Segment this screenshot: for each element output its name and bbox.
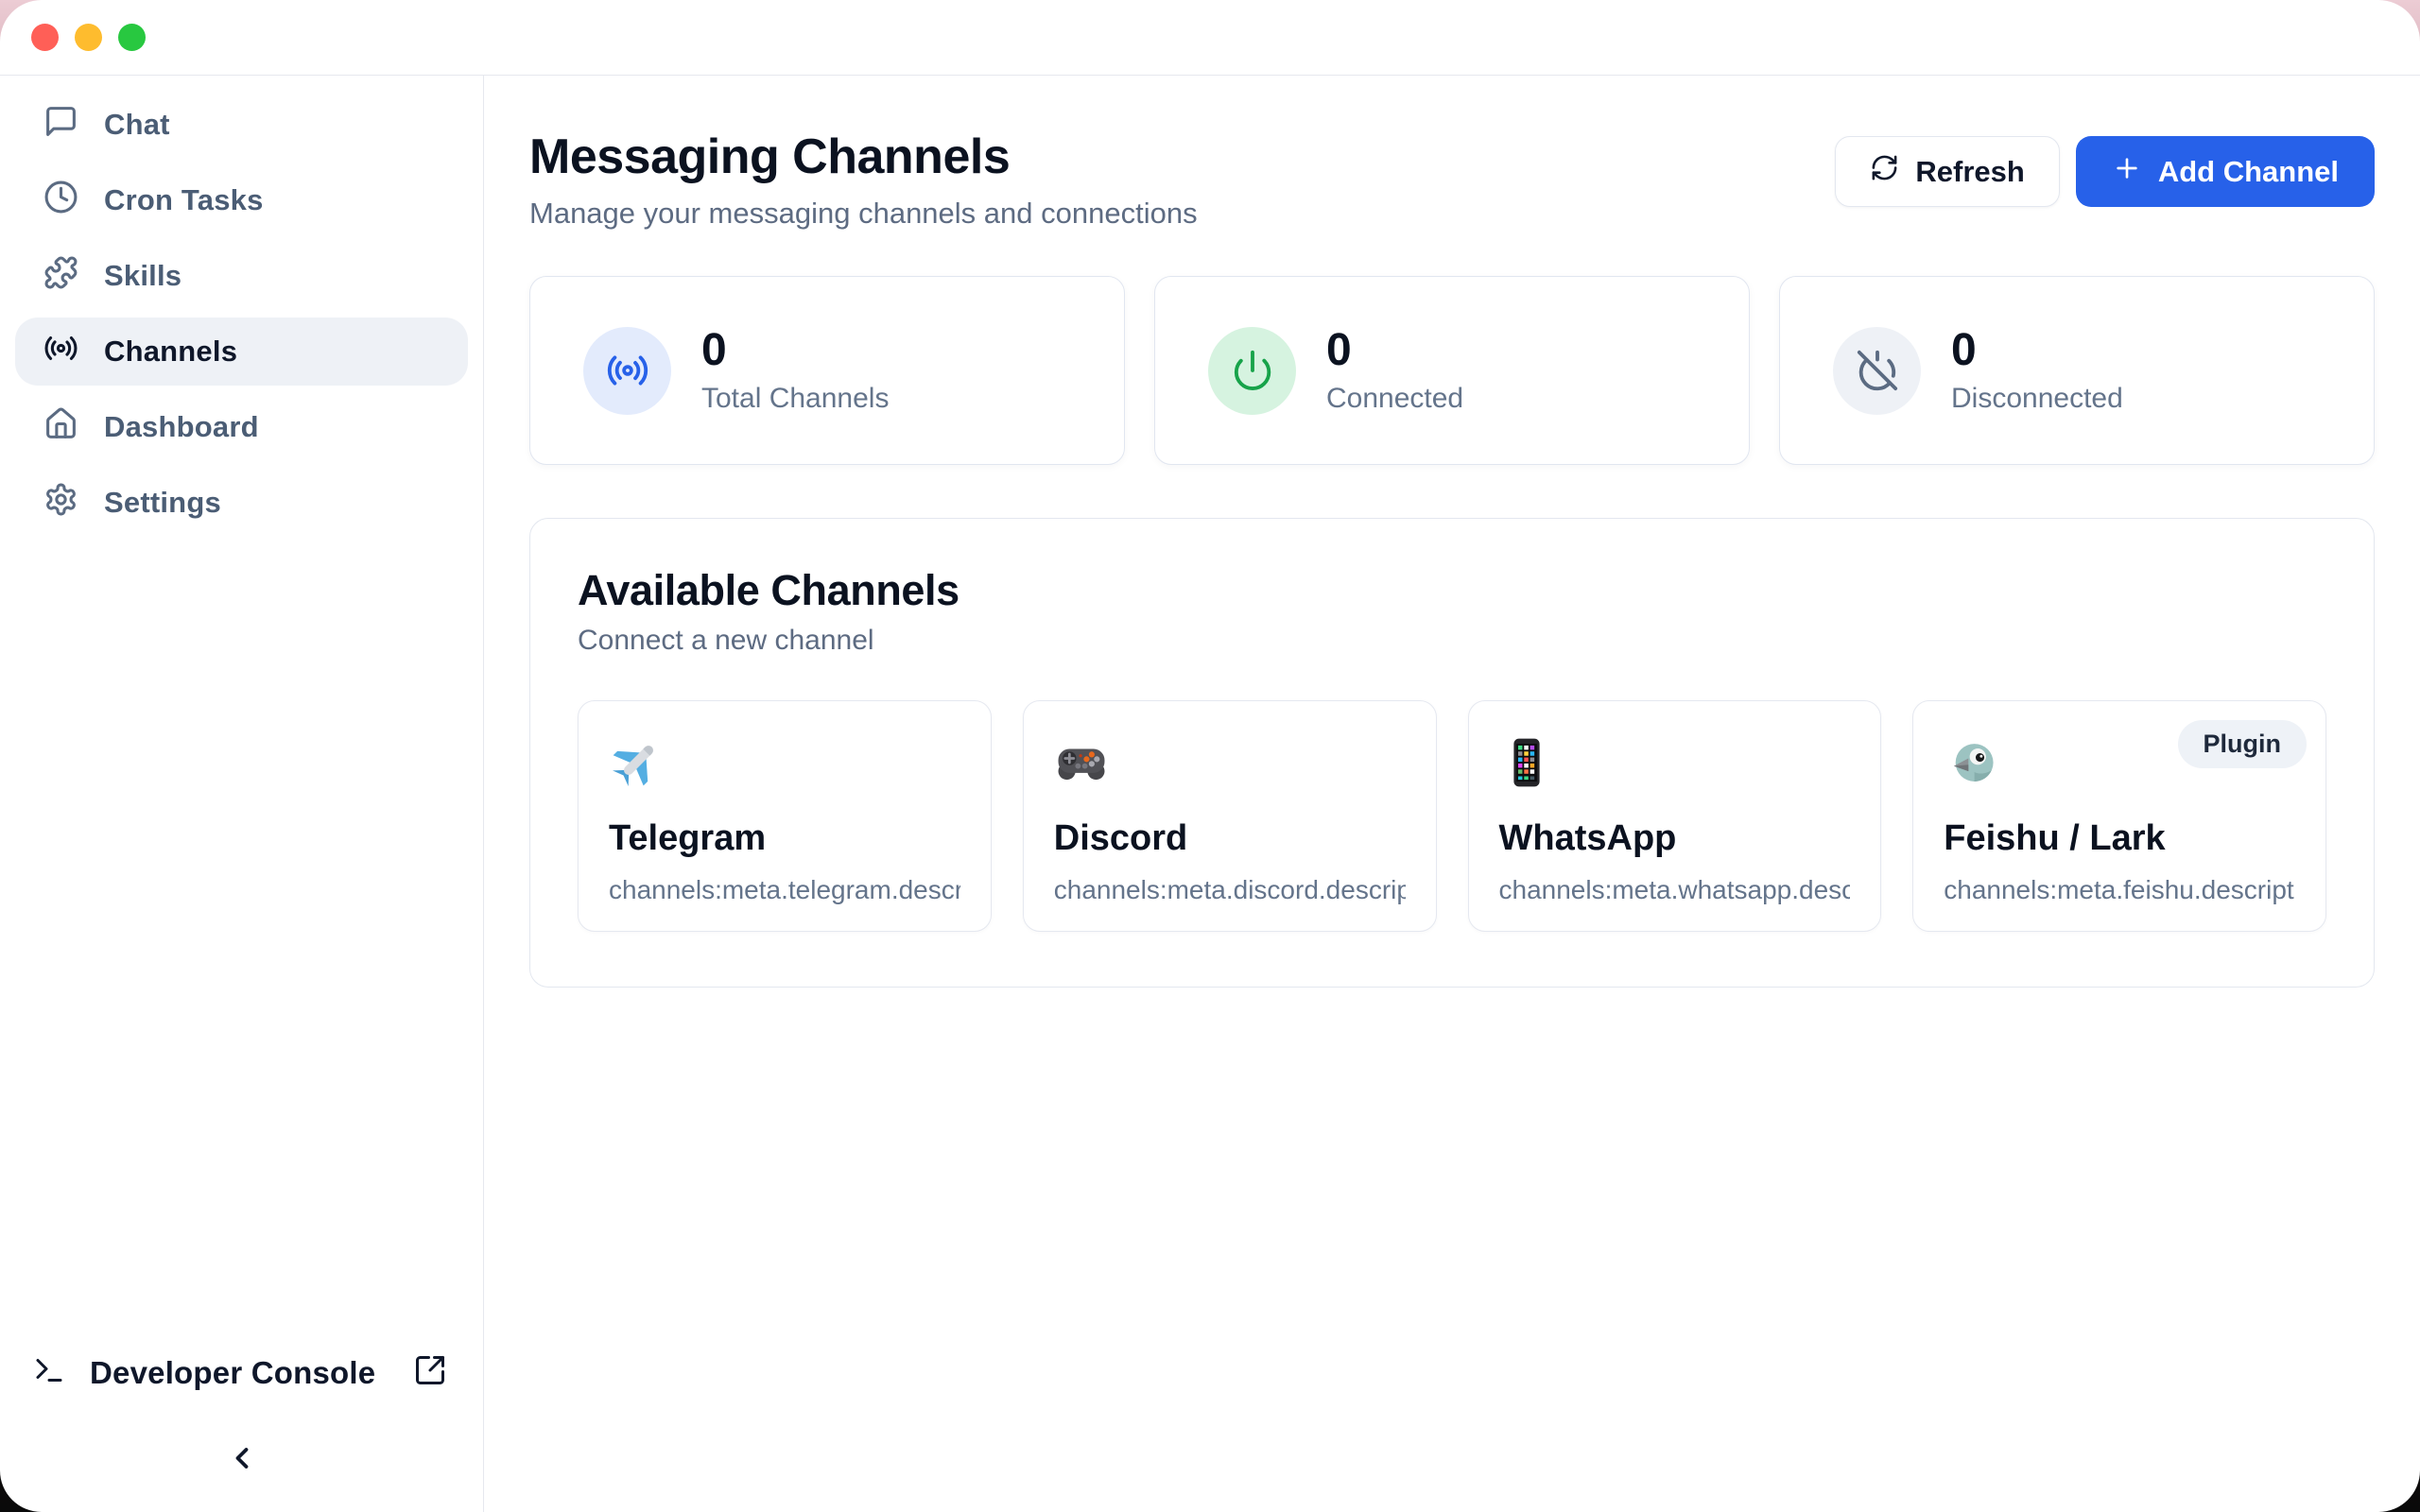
channel-description: channels:meta.discord.descriptic: [1054, 875, 1406, 905]
bird-emoji: [1944, 735, 1998, 790]
page-header: Messaging Channels Manage your messaging…: [529, 129, 2375, 231]
stat-value: 0: [1951, 326, 2123, 376]
channel-name: Telegram: [609, 818, 960, 859]
game-controller-emoji: [1054, 735, 1109, 790]
sidebar-item-label: Settings: [104, 486, 221, 520]
stat-label: Disconnected: [1951, 383, 2123, 415]
airplane-emoji: [609, 735, 664, 790]
app-window: Chat Cron Tasks Skills Channels Dashboar…: [0, 0, 2420, 1512]
available-channels-title: Available Channels: [578, 566, 2326, 615]
stat-card-disconnected: 0 Disconnected: [1779, 276, 2375, 465]
channel-card-telegram[interactable]: Telegram channels:meta.telegram.descript: [578, 700, 992, 932]
plus-icon: [2112, 153, 2142, 191]
available-channels-subtitle: Connect a new channel: [578, 625, 2326, 657]
sidebar: Chat Cron Tasks Skills Channels Dashboar…: [0, 76, 484, 1512]
available-channels-section: Available Channels Connect a new channel: [529, 518, 2375, 988]
channel-card-feishu-lark[interactable]: Plugin Feishu: [1912, 700, 2326, 932]
channel-description: channels:meta.feishu.description: [1944, 875, 2295, 905]
sidebar-item-chat[interactable]: Chat: [15, 91, 468, 159]
header-actions: Refresh Add Channel: [1835, 136, 2375, 207]
add-channel-button-label: Add Channel: [2158, 155, 2339, 189]
stat-card-total-channels: 0 Total Channels: [529, 276, 1125, 465]
app-body: Chat Cron Tasks Skills Channels Dashboar…: [0, 76, 2420, 1512]
sidebar-item-label: Cron Tasks: [104, 183, 264, 217]
sidebar-item-label: Dashboard: [104, 410, 259, 444]
channel-name: WhatsApp: [1499, 818, 1851, 859]
terminal-icon: [32, 1353, 66, 1392]
developer-console-label: Developer Console: [90, 1355, 389, 1391]
zoom-button[interactable]: [118, 24, 146, 51]
mobile-phone-emoji: [1499, 735, 1554, 790]
channel-description: channels:meta.telegram.descript: [609, 875, 960, 905]
radio-icon: [43, 331, 78, 373]
add-channel-button[interactable]: Add Channel: [2076, 136, 2375, 207]
stat-label: Connected: [1326, 383, 1463, 415]
sidebar-item-skills[interactable]: Skills: [15, 242, 468, 310]
chat-icon: [43, 104, 78, 146]
clock-icon: [43, 180, 78, 222]
refresh-button-label: Refresh: [1915, 155, 2024, 189]
puzzle-icon: [43, 255, 78, 298]
page-title: Messaging Channels: [529, 129, 1198, 185]
channel-name: Discord: [1054, 818, 1406, 859]
sidebar-footer: Developer Console: [15, 1353, 468, 1478]
sidebar-item-cron-tasks[interactable]: Cron Tasks: [15, 166, 468, 234]
sidebar-collapse-button[interactable]: [225, 1441, 259, 1478]
titlebar: [0, 0, 2420, 76]
page-subtitle: Manage your messaging channels and conne…: [529, 197, 1198, 231]
stat-card-connected: 0 Connected: [1154, 276, 1750, 465]
sidebar-item-label: Chat: [104, 108, 170, 142]
stat-value: 0: [1326, 326, 1463, 376]
power-icon: [1208, 327, 1296, 415]
channel-description: channels:meta.whatsapp.descrip: [1499, 875, 1851, 905]
sidebar-nav: Chat Cron Tasks Skills Channels Dashboar…: [15, 91, 468, 544]
gear-icon: [43, 482, 78, 524]
stat-value: 0: [701, 326, 889, 376]
power-off-icon: [1833, 327, 1921, 415]
home-icon: [43, 406, 78, 449]
developer-console-link[interactable]: Developer Console: [15, 1353, 468, 1392]
sidebar-item-label: Channels: [104, 335, 237, 369]
main-content: Messaging Channels Manage your messaging…: [484, 76, 2420, 1512]
stat-label: Total Channels: [701, 383, 889, 415]
radio-icon: [583, 327, 671, 415]
channel-card-whatsapp[interactable]: WhatsApp channels:meta.whatsapp.descrip: [1468, 700, 1882, 932]
sidebar-item-settings[interactable]: Settings: [15, 469, 468, 537]
plugin-badge: Plugin: [2178, 720, 2308, 768]
sidebar-item-dashboard[interactable]: Dashboard: [15, 393, 468, 461]
close-button[interactable]: [31, 24, 59, 51]
channel-grid: Telegram channels:meta.telegram.descript: [578, 700, 2326, 932]
stats-row: 0 Total Channels 0 Connected 0 Disconn: [529, 276, 2375, 465]
refresh-icon: [1870, 153, 1899, 190]
minimize-button[interactable]: [75, 24, 102, 51]
channel-name: Feishu / Lark: [1944, 818, 2295, 859]
chevron-left-icon: [225, 1464, 259, 1478]
channel-card-discord[interactable]: Discord channels:meta.discord.descriptic: [1023, 700, 1437, 932]
refresh-button[interactable]: Refresh: [1835, 136, 2059, 207]
external-link-icon: [413, 1353, 447, 1392]
sidebar-item-label: Skills: [104, 259, 182, 293]
sidebar-item-channels[interactable]: Channels: [15, 318, 468, 386]
